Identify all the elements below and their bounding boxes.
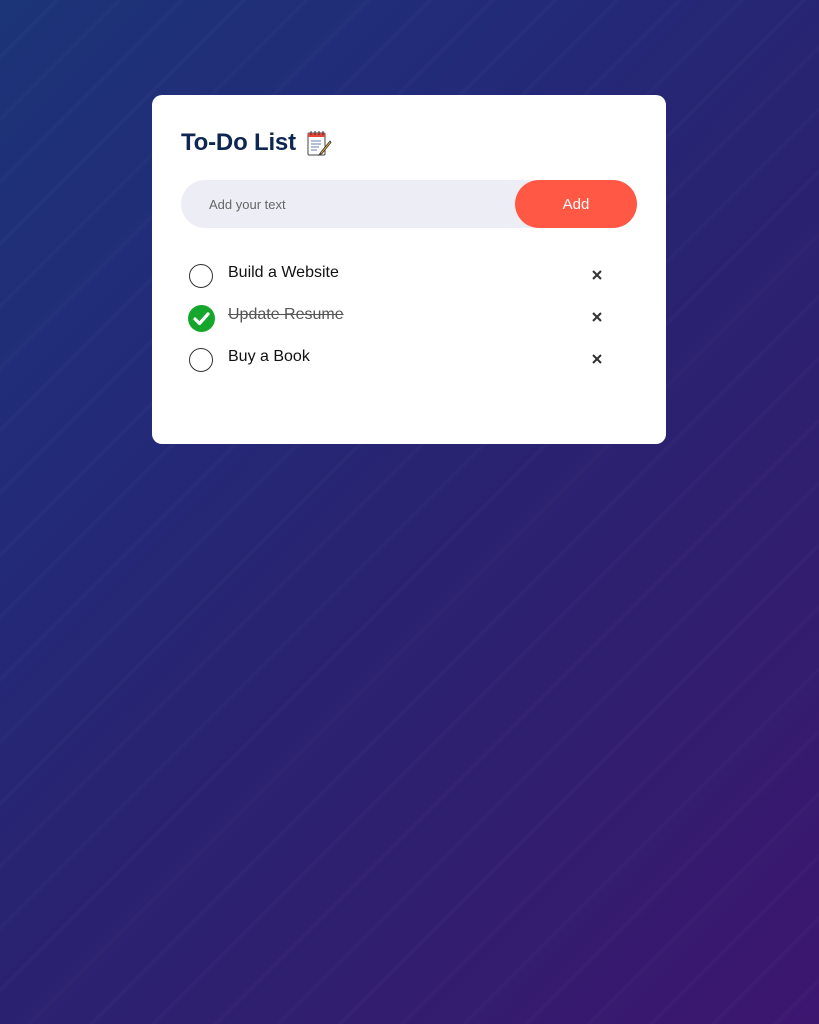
notepad-icon (306, 129, 332, 157)
task-item[interactable]: Update Resume (188, 302, 628, 344)
task-input[interactable] (181, 180, 501, 228)
task-list: Build a Website Update Resume Buy a Book (188, 260, 628, 386)
close-icon[interactable] (590, 352, 604, 366)
close-icon[interactable] (590, 310, 604, 324)
task-label[interactable]: Update Resume (228, 306, 344, 324)
add-task-bar: Add (181, 180, 637, 228)
task-item[interactable]: Buy a Book (188, 344, 628, 386)
task-label[interactable]: Build a Website (228, 264, 339, 282)
task-item[interactable]: Build a Website (188, 260, 628, 302)
todo-card: To-Do List Add Build a Webs (152, 95, 666, 444)
title-row: To-Do List (181, 129, 332, 157)
close-icon[interactable] (590, 268, 604, 282)
empty-circle-icon[interactable] (189, 348, 213, 372)
add-button[interactable]: Add (515, 180, 637, 228)
task-label[interactable]: Buy a Book (228, 348, 310, 366)
app-title: To-Do List (181, 129, 296, 156)
check-circle-icon[interactable] (188, 305, 215, 332)
empty-circle-icon[interactable] (189, 264, 213, 288)
